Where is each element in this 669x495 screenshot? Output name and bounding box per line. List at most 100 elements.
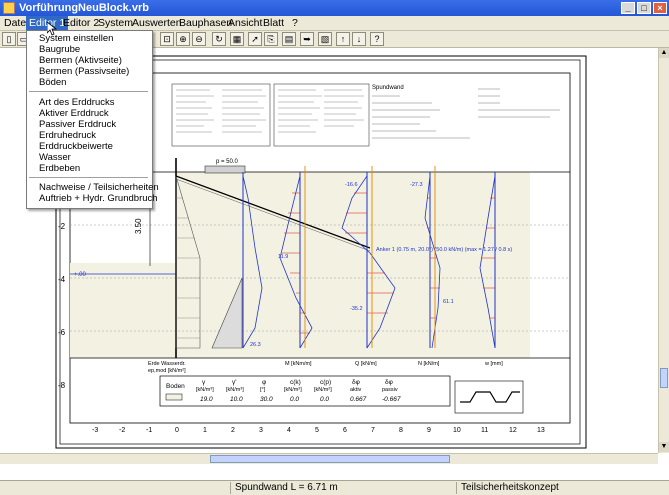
copy-icon[interactable]: ⎘ <box>264 32 278 46</box>
svg-text:-2: -2 <box>119 427 125 434</box>
y-tick: -4 <box>58 275 66 284</box>
help-icon[interactable]: ? <box>370 32 384 46</box>
svg-text:-3: -3 <box>92 427 98 434</box>
menu-help[interactable]: ? <box>289 16 301 30</box>
window-title: VorführungNeuBlock.vrb <box>19 2 149 14</box>
svg-text:13: 13 <box>537 427 545 434</box>
mouse-cursor-icon <box>47 22 57 36</box>
svg-text:3: 3 <box>259 427 263 434</box>
svg-text:9: 9 <box>427 427 431 434</box>
svg-text:10: 10 <box>453 427 461 434</box>
menu-item-erdbeben[interactable]: Erdbeben <box>39 163 80 174</box>
status-concept: Teilsicherheitskonzept <box>456 482 666 494</box>
svg-text:1: 1 <box>203 427 207 434</box>
app-icon <box>3 2 15 14</box>
close-button[interactable]: × <box>653 2 667 14</box>
svg-text:11: 11 <box>481 427 488 434</box>
soil-table-unit: [kN/m²] <box>314 387 332 393</box>
soil-table-header: δφ <box>385 379 393 386</box>
max-value: -35.2 <box>350 306 363 312</box>
svg-text:0: 0 <box>175 427 179 434</box>
soil-table-value: -0.667 <box>382 396 401 403</box>
scroll-up-icon[interactable]: ▲ <box>659 48 669 58</box>
x-axis: -3 -2 -1 0 1 2 3 4 5 6 7 8 9 10 11 12 13 <box>92 427 545 434</box>
soil-table-header: φ <box>262 379 266 386</box>
soil-table-header: c(p) <box>320 379 331 386</box>
menu-item-wasser[interactable]: Wasser <box>39 152 71 163</box>
left-level-label: +.00 <box>74 272 87 278</box>
menu-item-erdruhedruck[interactable]: Erdruhedruck <box>39 130 96 141</box>
editor-1-dropdown: System einstellen Baugrube Bermen (Aktiv… <box>26 30 159 209</box>
arrow-up-icon[interactable]: ↑ <box>336 32 350 46</box>
scroll-down-icon[interactable]: ▼ <box>659 442 669 452</box>
hscroll-thumb[interactable] <box>210 455 450 463</box>
soil-table-header: c(k) <box>290 379 301 386</box>
svg-text:8: 8 <box>399 427 403 434</box>
paste-icon[interactable]: ▤ <box>282 32 296 46</box>
export-icon[interactable]: ➥ <box>300 32 314 46</box>
diagram-title: M [kNm/m] <box>285 361 312 367</box>
zoom-out-icon[interactable]: ⊖ <box>192 32 206 46</box>
menu-item-aktiver-erddruck[interactable]: Aktiver Erddruck <box>39 108 109 119</box>
menu-item-erddruckbeiwerte[interactable]: Erddruckbeiwerte <box>39 141 113 152</box>
spundwand-label: Spundwand <box>372 85 404 91</box>
diagram-title: Q [kN/m] <box>355 361 377 367</box>
title-bar: VorführungNeuBlock.vrb _ □ × <box>0 0 669 16</box>
diagram-title: w [mm] <box>484 361 503 367</box>
svg-text:-1: -1 <box>146 427 152 434</box>
refresh-icon[interactable]: ↻ <box>212 32 226 46</box>
menu-item-art-erddruck[interactable]: Art des Erddrucks <box>39 97 115 108</box>
soil-table-header: δφ <box>352 379 360 386</box>
dimension-label: 3.50 <box>134 218 143 234</box>
max-value: 26.3 <box>250 342 261 348</box>
vertical-scrollbar[interactable]: ▲ ▼ <box>658 48 669 453</box>
menu-separator <box>29 177 148 179</box>
menu-bar: Datei Editor 1 Editor 2 System Auswerten… <box>0 16 669 31</box>
y-tick: -2 <box>58 222 66 231</box>
pointer-tool-icon[interactable]: ➚ <box>248 32 262 46</box>
soil-table-value: 19.0 <box>200 396 213 403</box>
menu-blatt[interactable]: Blatt <box>260 16 287 30</box>
diagram-title: N [kN/m] <box>418 361 440 367</box>
load-label: p = 50.0 <box>216 159 239 165</box>
status-bar: Spundwand L = 6.71 m Teilsicherheitskonz… <box>0 480 669 495</box>
zoom-in-icon[interactable]: ⊕ <box>176 32 190 46</box>
svg-text:4: 4 <box>287 427 291 434</box>
table-icon[interactable]: ▦ <box>230 32 244 46</box>
soil-table-unit: aktiv <box>350 387 362 393</box>
soil-swatch <box>165 393 183 401</box>
menu-item-baugrube[interactable]: Baugrube <box>39 44 80 55</box>
menu-item-bermen-aktiv[interactable]: Bermen (Aktivseite) <box>39 55 122 66</box>
menu-item-nachweise[interactable]: Nachweise / Teilsicherheiten <box>39 182 159 193</box>
menu-separator <box>29 91 148 93</box>
soil-table-unit: [kN/m²] <box>284 387 302 393</box>
max-value: 61.1 <box>443 299 454 305</box>
zoom-window-icon[interactable]: ⊡ <box>160 32 174 46</box>
surcharge-load <box>204 165 246 174</box>
diagram-title: Erde Wasserdr. <box>148 361 186 367</box>
minimize-button[interactable]: _ <box>621 2 635 14</box>
profile-sketch <box>454 380 524 414</box>
status-wall-length: Spundwand L = 6.71 m <box>230 482 455 494</box>
info-panel-mid <box>273 83 370 147</box>
menu-item-bermen-passiv[interactable]: Bermen (Passivseite) <box>39 66 129 77</box>
menu-item-passiver-erddruck[interactable]: Passiver Erddruck <box>39 119 116 130</box>
soil-table-value: 10.0 <box>230 396 243 403</box>
y-tick: -6 <box>58 328 66 337</box>
anchor-label: Anker 1 (0.75 m, 20.0°) (50.0 kN/m) (max… <box>376 247 512 253</box>
y-tick: -8 <box>58 381 66 390</box>
svg-text:7: 7 <box>371 427 375 434</box>
new-file-icon[interactable]: ▯ <box>2 32 16 46</box>
info-panel-right: Spundwand <box>372 85 560 139</box>
menu-item-boeden[interactable]: Böden <box>39 77 66 88</box>
svg-text:2: 2 <box>231 427 235 434</box>
max-value: 11.9 <box>278 254 288 260</box>
menu-item-auftrieb[interactable]: Auftrieb + Hydr. Grundbruch <box>39 193 158 204</box>
max-value: -27.3 <box>410 182 423 188</box>
horizontal-scrollbar[interactable] <box>0 453 658 464</box>
arrow-down-icon[interactable]: ↓ <box>352 32 366 46</box>
scroll-thumb[interactable] <box>660 368 668 388</box>
maximize-button[interactable]: □ <box>637 2 651 14</box>
soil-table-unit: passiv <box>382 387 398 393</box>
chart-icon[interactable]: ▧ <box>318 32 332 46</box>
